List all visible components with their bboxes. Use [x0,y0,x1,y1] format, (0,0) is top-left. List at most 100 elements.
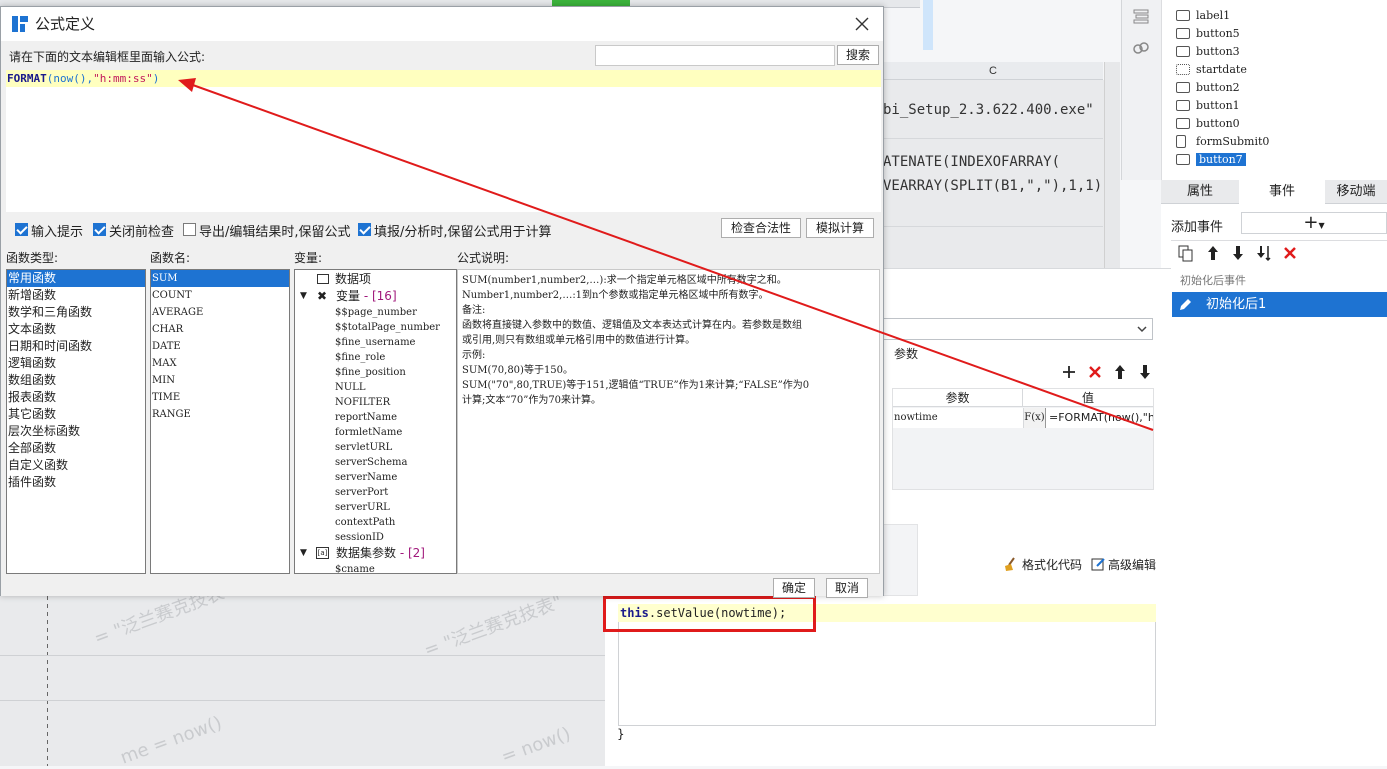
move-down-icon[interactable] [1230,244,1246,262]
variable-item[interactable]: serverSchema [295,455,456,470]
list-item[interactable]: 逻辑函数 [7,355,145,372]
variable-item[interactable]: formletName [295,425,456,440]
list-item[interactable]: 数学和三角函数 [7,304,145,321]
list-item[interactable]: COUNT [151,287,289,304]
code-closing-brace: } [617,727,625,741]
advanced-edit-button[interactable]: 高级编辑 [1108,556,1156,573]
add-param-icon[interactable] [1061,364,1077,380]
desc-header: 公式说明: [457,251,510,265]
list-item[interactable]: 日期和时间函数 [7,338,145,355]
list-item[interactable]: CHAR [151,321,289,338]
layers-icon[interactable] [1132,8,1150,24]
variable-item[interactable]: $cname [295,562,456,573]
names-header: 函数名: [150,251,191,265]
formula-text[interactable]: FORMAT(now(),"h:mm:ss") [7,71,159,86]
search-input[interactable] [595,45,835,66]
cancel-button[interactable]: 取消 [826,578,868,598]
variable-item[interactable]: NULL [295,380,456,395]
formula-editor[interactable] [6,70,881,212]
tree-item-formsubmit0[interactable]: formSubmit0 [1176,133,1269,151]
list-item[interactable]: 常用函数 [7,270,145,287]
list-item[interactable]: RANGE [151,406,289,423]
tree-group-dataset-params[interactable]: ▼ [a] 数据集参数 - [2] [295,545,456,562]
list-item[interactable]: 自定义函数 [7,457,145,474]
list-item[interactable]: 文本函数 [7,321,145,338]
simulate-button[interactable]: 模拟计算 [806,218,874,238]
format-code-button[interactable]: 格式化代码 [1022,556,1082,573]
tree-item-button5[interactable]: button5 [1176,25,1240,43]
function-types-list[interactable]: 常用函数 新增函数 数学和三角函数 文本函数 日期和时间函数 逻辑函数 数组函数… [6,269,146,574]
grid-scrollbar[interactable] [1104,62,1120,272]
close-icon[interactable] [855,17,869,31]
tab-events[interactable]: 事件 [1239,180,1325,204]
variable-item[interactable]: $fine_role [295,350,456,365]
variable-item[interactable]: $$page_number [295,305,456,320]
variable-item[interactable]: sessionID [295,530,456,545]
tab-mobile[interactable]: 移动端 [1325,180,1387,204]
variable-item[interactable]: $fine_position [295,365,456,380]
ok-button[interactable]: 确定 [773,578,815,598]
fx-button[interactable]: F(x) [1024,408,1046,428]
list-item[interactable]: 其它函数 [7,406,145,423]
list-item[interactable]: 层次坐标函数 [7,423,145,440]
copy-icon[interactable] [1177,244,1195,262]
variable-item[interactable]: reportName [295,410,456,425]
event-type-combo[interactable] [883,318,1153,340]
event-group-label: 初始化后事件 [1180,274,1246,287]
tab-properties[interactable]: 属性 [1161,180,1239,204]
param-value-cell[interactable]: =FORMAT(now(),"h [1046,408,1153,428]
params-header-name: 参数 [893,389,1023,407]
tree-group-variables[interactable]: ▼ ✖ 变量 - [16] [295,288,456,305]
tree-item-button0[interactable]: button0 [1176,115,1240,133]
link-icon[interactable] [1132,40,1150,56]
list-item[interactable]: 报表函数 [7,389,145,406]
list-item[interactable]: MIN [151,372,289,389]
tree-item-button1[interactable]: button1 [1176,97,1240,115]
variable-item[interactable]: NOFILTER [295,395,456,410]
param-name-cell[interactable]: nowtime [893,408,1024,428]
variable-item[interactable]: contextPath [295,515,456,530]
delete-param-icon[interactable] [1087,364,1103,380]
variables-tree[interactable]: 数据项 ▼ ✖ 变量 - [16] $$page_number $$totalP… [294,269,457,574]
formula-prompt: 请在下面的文本编辑框里面输入公式: [9,50,206,64]
event-item-init1[interactable]: 初始化后1 [1172,292,1387,317]
variable-item[interactable]: $$totalPage_number [295,320,456,335]
tree-item-button2[interactable]: button2 [1176,79,1240,97]
param-up-icon[interactable] [1112,363,1128,381]
move-up-icon[interactable] [1205,244,1221,262]
search-button[interactable]: 搜索 [837,45,879,65]
guide-line [47,596,48,766]
delete-icon[interactable] [1282,245,1298,261]
variable-item[interactable]: serverURL [295,500,456,515]
grid-line [0,700,605,701]
list-item[interactable]: 插件函数 [7,474,145,491]
list-item[interactable]: 新增函数 [7,287,145,304]
column-header-c[interactable]: C [883,62,1103,80]
variable-item[interactable]: serverName [295,470,456,485]
function-names-list[interactable]: SUM COUNT AVERAGE CHAR DATE MAX MIN TIME… [150,269,290,574]
desc-line: 函数将直接键入参数中的数值、逻辑值及文本表达式计算在内。若参数是数组 [462,320,802,331]
grid-cell[interactable]: VEARRAY(SPLIT(B1,","),1,1), [883,178,1103,194]
add-event-dropdown[interactable]: +▼ [1241,212,1387,234]
list-item[interactable]: AVERAGE [151,304,289,321]
tree-item-data-item[interactable]: 数据项 [295,271,456,288]
list-item[interactable]: 数组函数 [7,372,145,389]
variable-item[interactable]: $fine_username [295,335,456,350]
tree-item-startdate[interactable]: startdate [1176,61,1247,79]
list-item[interactable]: MAX [151,355,289,372]
list-item[interactable]: 全部函数 [7,440,145,457]
check-validity-button[interactable]: 检查合法性 [721,218,801,238]
tree-item-button3[interactable]: button3 [1176,43,1240,61]
tree-item-label1[interactable]: label1 [1176,7,1230,25]
dialog-titlebar[interactable]: 公式定义 [1,7,883,41]
list-item[interactable]: DATE [151,338,289,355]
grid-cell[interactable]: bi_Setup_2.3.622.400.exe" [883,102,1103,118]
grid-cell[interactable]: ATENATE(INDEXOFARRAY( [883,154,1103,170]
variable-item[interactable]: serverPort [295,485,456,500]
param-down-icon[interactable] [1137,363,1153,381]
variable-item[interactable]: servletURL [295,440,456,455]
list-item[interactable]: TIME [151,389,289,406]
tree-item-button7[interactable]: button7 [1176,151,1246,169]
list-item[interactable]: SUM [151,270,289,287]
move-bottom-icon[interactable] [1255,244,1273,262]
